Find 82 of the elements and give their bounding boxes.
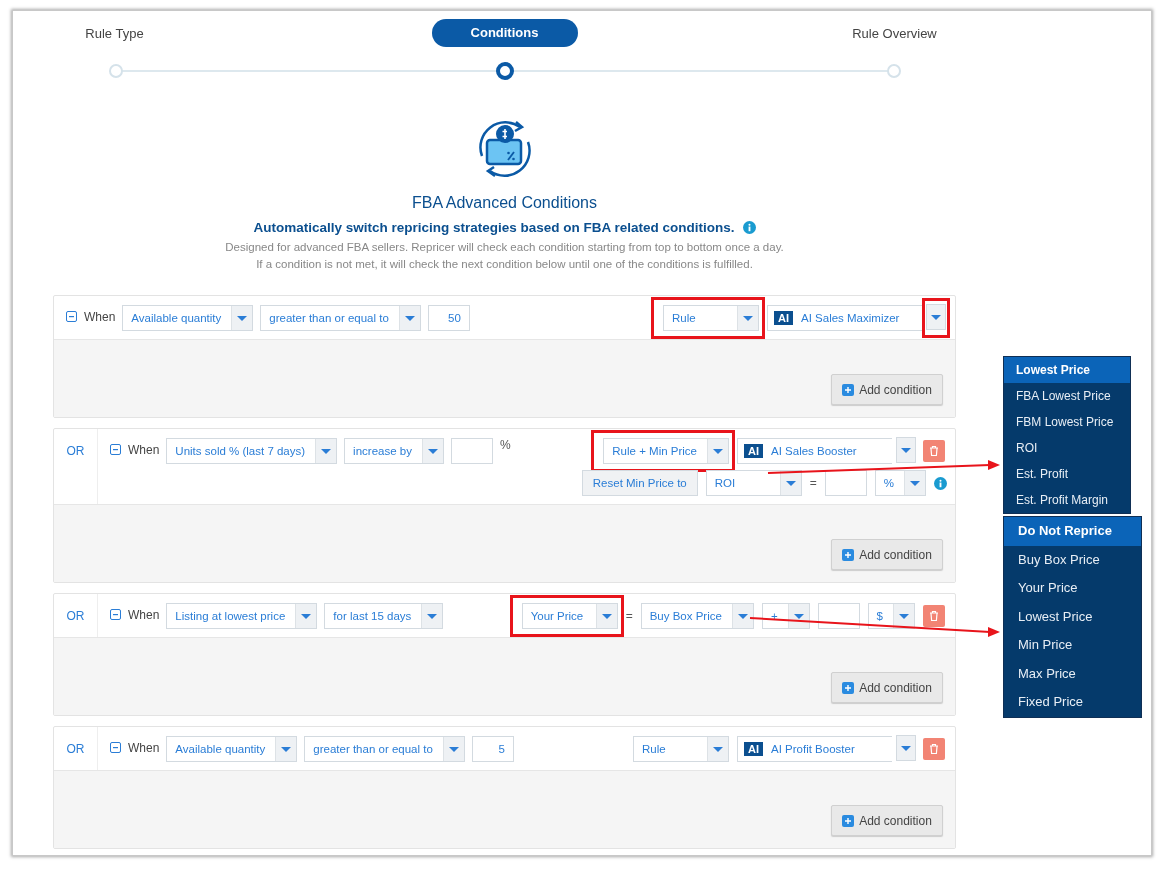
add-condition-button[interactable]: Add condition <box>831 805 943 836</box>
dropdown[interactable]: Rule <box>633 736 729 762</box>
dropdown[interactable]: Your Price <box>521 603 618 629</box>
when-label: When <box>128 741 160 755</box>
section-subtitle: Automatically switch repricing strategies based on FBA related conditions. <box>253 220 735 235</box>
dropdown[interactable]: Rule + Min Price <box>603 438 729 464</box>
number-field[interactable] <box>824 470 867 496</box>
dropdown[interactable]: Rule <box>663 305 759 331</box>
menu-item[interactable]: Est. Profit Margin <box>1004 487 1130 513</box>
description-text: Designed for advanced FBA sellers. Repricer will check each condition starting from top to bottom once a day. <box>225 240 784 255</box>
number-field[interactable] <box>817 603 860 629</box>
or-label: OR <box>54 429 98 504</box>
dropdown[interactable]: Available quantity <box>166 736 298 762</box>
when-label: When <box>84 310 116 324</box>
equals-label: = <box>809 476 817 490</box>
menu-item[interactable]: Lowest Price <box>1004 602 1141 631</box>
caret-button[interactable] <box>896 735 916 761</box>
menu-item[interactable]: Fixed Price <box>1004 688 1141 717</box>
menu-item[interactable]: ROI <box>1004 435 1130 461</box>
step-label[interactable]: Conditions <box>431 19 578 47</box>
unit-label: % <box>499 438 511 452</box>
strategy-dropdown[interactable]: AI AI Sales Maximizer <box>767 305 922 331</box>
info-icon[interactable] <box>934 476 947 490</box>
collapse-icon[interactable] <box>110 742 121 753</box>
ai-badge: AI <box>774 311 793 325</box>
dropdown[interactable]: $ <box>867 603 915 629</box>
menu-item[interactable]: Buy Box Price <box>1004 545 1141 574</box>
or-label: OR <box>54 594 98 637</box>
when-label: When <box>128 443 160 457</box>
add-condition-button[interactable]: Add condition <box>831 374 943 405</box>
section-title: FBA Advanced Conditions <box>412 194 597 212</box>
delete-button[interactable] <box>923 738 945 760</box>
delete-button[interactable] <box>923 440 945 462</box>
info-icon[interactable] <box>742 221 756 234</box>
menu-item[interactable]: Max Price <box>1004 659 1141 688</box>
dropdown[interactable]: greater than or equal to <box>260 305 421 331</box>
delete-button[interactable] <box>923 605 945 627</box>
dropdown[interactable]: Available quantity <box>122 305 254 331</box>
plus-icon <box>842 383 855 396</box>
number-field[interactable]: 5 <box>471 736 514 762</box>
ai-badge: AI <box>744 742 763 756</box>
reset-button[interactable]: Reset Min Price to <box>581 470 698 496</box>
menu-item[interactable]: Est. Profit <box>1004 461 1130 487</box>
dropdown[interactable]: Units sold % (last 7 days) <box>166 438 338 464</box>
dropdown[interactable]: for last 15 days <box>324 603 444 629</box>
menu-item[interactable]: Min Price <box>1004 631 1141 660</box>
menu-item[interactable]: Your Price <box>1004 574 1141 603</box>
add-condition-button[interactable]: Add condition <box>831 672 943 703</box>
collapse-icon[interactable] <box>66 311 77 322</box>
equals-label: = <box>625 609 633 623</box>
menu-item[interactable]: Do Not Reprice <box>1004 517 1141 546</box>
or-label: OR <box>54 727 98 770</box>
plus-icon <box>842 814 855 827</box>
ai-badge: AI <box>744 444 763 458</box>
dropdown[interactable]: + <box>761 603 810 629</box>
description-text: If a condition is not met, it will check the next condition below until one of the conditions is fulfilled. <box>256 257 753 272</box>
number-field[interactable]: 50 <box>427 305 470 331</box>
dropdown[interactable]: increase by <box>344 438 444 464</box>
dropdown[interactable]: Buy Box Price <box>640 603 754 629</box>
number-field[interactable] <box>450 438 493 464</box>
when-label: When <box>128 608 160 622</box>
caret-button[interactable] <box>926 304 946 330</box>
dropdown[interactable]: greater than or equal to <box>304 736 465 762</box>
collapse-icon[interactable] <box>110 609 121 620</box>
menu-item[interactable]: Lowest Price <box>1004 357 1130 383</box>
dropdown[interactable]: Listing at lowest price <box>166 603 318 629</box>
strategy-name: AI Sales Booster <box>770 444 858 459</box>
plus-icon <box>842 548 855 561</box>
caret-button[interactable] <box>896 437 916 463</box>
menu-item[interactable]: FBM Lowest Price <box>1004 409 1130 435</box>
plus-icon <box>842 681 855 694</box>
step-label[interactable]: Rule Type <box>85 25 144 41</box>
add-condition-button[interactable]: Add condition <box>831 539 943 570</box>
dropdown[interactable]: % <box>874 470 926 496</box>
collapse-icon[interactable] <box>110 444 121 455</box>
menu-item[interactable]: FBA Lowest Price <box>1004 383 1130 409</box>
strategy-dropdown[interactable]: AI AI Profit Booster <box>737 736 892 762</box>
dropdown[interactable]: ROI <box>705 470 802 496</box>
strategy-dropdown[interactable]: AI AI Sales Booster <box>737 438 892 464</box>
step-label[interactable]: Rule Overview <box>852 25 937 41</box>
strategy-name: AI Sales Maximizer <box>800 311 901 326</box>
strategy-name: AI Profit Booster <box>770 742 856 757</box>
